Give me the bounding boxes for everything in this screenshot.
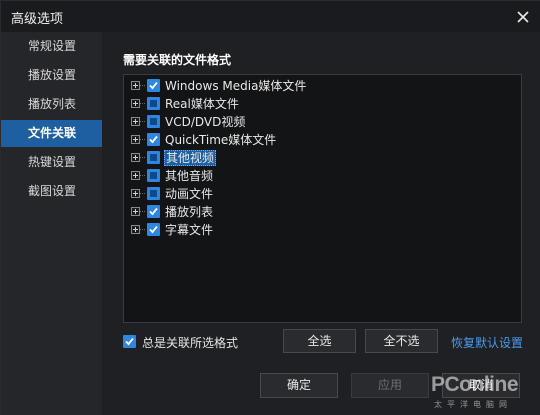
tree-item-label: 字幕文件 <box>165 223 214 237</box>
tree-item-quicktime[interactable]: QuickTime媒体文件 <box>124 131 521 149</box>
tree-item-label: 其他音频 <box>165 169 214 183</box>
check-icon <box>149 225 158 234</box>
close-icon <box>517 11 529 23</box>
expand-icon[interactable] <box>131 207 140 216</box>
checkbox-partial[interactable] <box>147 115 160 128</box>
check-icon <box>149 81 158 90</box>
tree-item-animation[interactable]: 动画文件 <box>124 185 521 203</box>
sidebar-item-hotkeys[interactable]: 热键设置 <box>1 149 102 176</box>
checkbox-checked[interactable] <box>147 133 160 146</box>
tree-connector <box>140 211 145 212</box>
check-icon <box>149 207 158 216</box>
expand-icon[interactable] <box>131 81 140 90</box>
checkbox-partial[interactable] <box>147 151 160 164</box>
always-associate-label: 总是关联所选格式 <box>142 336 239 350</box>
file-type-tree: Windows Media媒体文件 Real媒体文件 VCD/DVD视频 Qui… <box>123 74 522 323</box>
checkbox-partial[interactable] <box>147 187 160 200</box>
tree-connector <box>140 139 145 140</box>
watermark-logo: PConline 太平洋电脑网 <box>431 373 536 413</box>
select-all-button[interactable]: 全选 <box>283 329 356 353</box>
tree-item-label: VCD/DVD视频 <box>165 115 246 129</box>
tree-item-label-selected: 其他视频 <box>164 150 217 166</box>
expand-icon[interactable] <box>131 117 140 126</box>
tree-item-label: Windows Media媒体文件 <box>165 79 307 93</box>
tree-item-label: 动画文件 <box>165 187 214 201</box>
checkbox-checked[interactable] <box>147 223 160 236</box>
tree-connector <box>140 85 145 86</box>
sidebar-item-file-association[interactable]: 文件关联 <box>1 120 102 147</box>
sidebar-item-screenshot[interactable]: 截图设置 <box>1 178 102 205</box>
close-button[interactable] <box>513 7 533 27</box>
expand-icon[interactable] <box>131 171 140 180</box>
tree-item-windows-media[interactable]: Windows Media媒体文件 <box>124 77 521 95</box>
expand-icon[interactable] <box>131 189 140 198</box>
always-associate-checkbox[interactable] <box>123 335 136 348</box>
tree-item-label: QuickTime媒体文件 <box>165 133 277 147</box>
tree-connector <box>140 157 145 158</box>
title-bar: 高级选项 <box>1 1 540 32</box>
main-panel: 需要关联的文件格式 Windows Media媒体文件 Real媒体文件 VCD… <box>102 32 540 415</box>
watermark-brand: PConline <box>431 373 519 396</box>
sidebar-item-general[interactable]: 常规设置 <box>1 33 102 60</box>
restore-defaults-link[interactable]: 恢复默认设置 <box>451 334 523 351</box>
tree-item-real-media[interactable]: Real媒体文件 <box>124 95 521 113</box>
tree-item-playlist[interactable]: 播放列表 <box>124 203 521 221</box>
dialog-title: 高级选项 <box>11 12 64 27</box>
sidebar-item-playback[interactable]: 播放设置 <box>1 62 102 89</box>
watermark-subtitle: 太平洋电脑网 <box>434 400 512 409</box>
tree-connector <box>140 229 145 230</box>
expand-icon[interactable] <box>131 99 140 108</box>
tree-connector <box>140 175 145 176</box>
tree-item-subtitles[interactable]: 字幕文件 <box>124 221 521 239</box>
expand-icon[interactable] <box>131 225 140 234</box>
checkbox-checked[interactable] <box>147 205 160 218</box>
tree-item-other-video[interactable]: 其他视频 <box>124 149 521 167</box>
sidebar: 常规设置 播放设置 播放列表 文件关联 热键设置 截图设置 <box>1 32 102 415</box>
tree-connector <box>140 193 145 194</box>
section-title: 需要关联的文件格式 <box>123 53 232 67</box>
checkbox-checked[interactable] <box>147 79 160 92</box>
checkbox-partial[interactable] <box>147 97 160 110</box>
tree-connector <box>140 121 145 122</box>
tree-item-label: 播放列表 <box>165 205 214 219</box>
check-icon <box>149 135 158 144</box>
sidebar-item-playlist[interactable]: 播放列表 <box>1 91 102 118</box>
tree-connector <box>140 103 145 104</box>
expand-icon[interactable] <box>131 135 140 144</box>
check-icon <box>125 337 134 346</box>
apply-button[interactable]: 应用 <box>351 373 429 398</box>
ok-button[interactable]: 确定 <box>260 373 338 398</box>
checkbox-partial[interactable] <box>147 169 160 182</box>
tree-item-other-audio[interactable]: 其他音频 <box>124 167 521 185</box>
tree-item-vcd-dvd[interactable]: VCD/DVD视频 <box>124 113 521 131</box>
tree-item-label: Real媒体文件 <box>165 97 239 111</box>
select-none-button[interactable]: 全不选 <box>365 329 438 353</box>
expand-icon[interactable] <box>131 153 140 162</box>
advanced-options-dialog: 高级选项 常规设置 播放设置 播放列表 文件关联 热键设置 截图设置 需要关联的… <box>0 0 540 415</box>
